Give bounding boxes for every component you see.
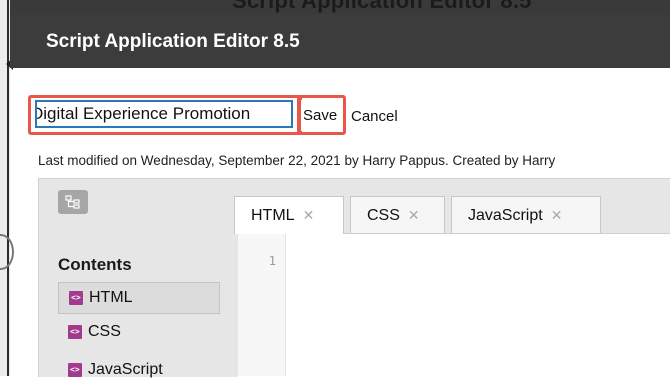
save-button[interactable]: Save (301, 100, 343, 131)
tab-css[interactable]: CSS ✕ (350, 196, 445, 234)
sidebar-item-label: HTML (89, 289, 133, 306)
last-modified-text: Last modified on Wednesday, September 22… (38, 153, 556, 168)
js-file-icon: <> (68, 363, 82, 377)
tab-javascript[interactable]: JavaScript ✕ (451, 196, 601, 234)
code-editor[interactable] (238, 233, 670, 377)
tab-label: JavaScript (468, 206, 543, 224)
left-rail (0, 0, 10, 376)
line-number: 1 (268, 254, 276, 268)
close-icon[interactable]: ✕ (551, 207, 563, 224)
html-file-icon: <> (69, 291, 83, 305)
background-heading: Script Application Editor 8.5 (232, 0, 532, 13)
sidebar-item-html[interactable]: <> HTML (58, 282, 220, 314)
contents-heading: Contents (58, 255, 132, 274)
close-icon[interactable]: ✕ (303, 207, 315, 224)
line-gutter: 1 (238, 234, 286, 376)
cancel-link[interactable]: Cancel (351, 108, 398, 125)
sidebar-item-label: CSS (88, 323, 121, 340)
close-icon[interactable]: ✕ (408, 207, 420, 224)
tab-html[interactable]: HTML ✕ (234, 196, 344, 234)
sidebar-item-javascript[interactable]: <> JavaScript (58, 354, 220, 386)
tab-label: HTML (251, 206, 295, 224)
dialog-title: Script Application Editor 8.5 (46, 31, 300, 52)
background-window-strip: Script Application Editor 8.5 (0, 0, 670, 14)
tree-view-icon[interactable] (58, 190, 88, 214)
sidebar-item-label: JavaScript (88, 361, 163, 378)
sidebar-item-css[interactable]: <> CSS (58, 316, 220, 348)
css-file-icon: <> (68, 325, 82, 339)
dialog-titlebar: Script Application Editor 8.5 (10, 14, 670, 68)
app-name-input[interactable] (35, 100, 293, 128)
tab-label: CSS (367, 206, 400, 224)
